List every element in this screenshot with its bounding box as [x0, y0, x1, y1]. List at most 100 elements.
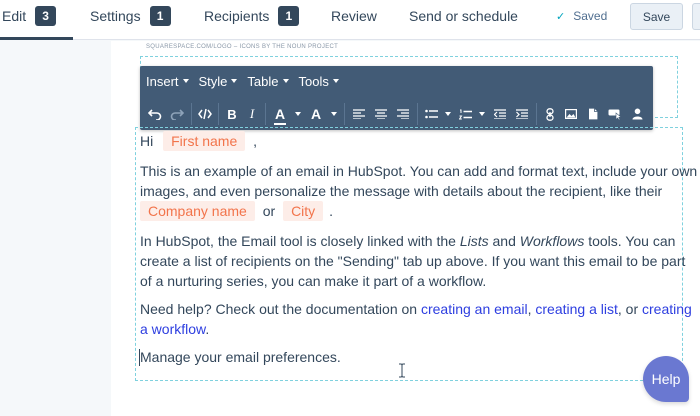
paragraph-line: create a list of recipients on the "Send… — [140, 253, 686, 269]
italic-text: Workflows — [519, 233, 585, 249]
save-status-label: Saved — [573, 9, 608, 23]
background-color-dropdown[interactable] — [327, 101, 341, 127]
tab-edit[interactable]: Edit 3 — [2, 0, 57, 32]
font-color-letter: A — [274, 106, 286, 122]
numbered-list-icon[interactable] — [455, 101, 475, 127]
next-button-edge[interactable] — [692, 3, 700, 30]
caret-down-icon — [282, 79, 289, 83]
link-creating-workflow[interactable]: a workflow — [140, 321, 205, 337]
help-button[interactable]: Help — [643, 356, 689, 402]
personalization-token[interactable]: City — [283, 201, 324, 221]
tab-send-or-schedule[interactable]: Send or schedule — [409, 0, 518, 32]
personalization-token[interactable]: Company name — [140, 201, 255, 221]
paragraph-line: images, and even personalize the message… — [140, 183, 663, 199]
image-icon[interactable] — [560, 101, 582, 127]
menu-style[interactable]: Style — [199, 74, 238, 89]
paragraph-line: This is an example of an email in HubSpo… — [140, 163, 698, 179]
cta-icon[interactable] — [604, 101, 626, 127]
numbered-list-dropdown[interactable] — [475, 101, 489, 127]
link-creating-list[interactable]: creating a list — [535, 301, 617, 317]
rich-text-toolbar: Insert Style Table Tools B I A A — [140, 66, 653, 130]
italic-icon[interactable]: I — [242, 101, 262, 127]
menu-insert[interactable]: Insert — [146, 74, 189, 89]
tab-label: Review — [331, 8, 377, 24]
link-icon[interactable] — [540, 101, 560, 127]
save-status: ✓ Saved — [556, 9, 607, 23]
caret-down-icon — [295, 112, 301, 116]
toolbar-divider — [536, 103, 537, 125]
color-bar — [273, 123, 287, 125]
background-color-icon[interactable]: A — [305, 101, 327, 127]
tab-settings[interactable]: Settings 1 — [90, 0, 171, 32]
bold-glyph: B — [227, 106, 237, 122]
caret-down-icon — [445, 112, 451, 116]
tab-label: Settings — [90, 8, 141, 24]
checkmark-icon: ✓ — [556, 10, 566, 23]
redo-icon[interactable] — [166, 101, 188, 127]
text-cursor — [139, 349, 140, 366]
ibeam-cursor-icon — [399, 363, 405, 378]
menu-label: Style — [198, 73, 228, 89]
tab-label: Send or schedule — [409, 8, 518, 24]
document-icon[interactable] — [582, 101, 604, 127]
bulleted-list-icon[interactable] — [421, 101, 441, 127]
italic-text: Lists — [459, 233, 489, 249]
tab-badge: 1 — [149, 6, 171, 26]
toolbar-divider — [218, 103, 219, 125]
active-tab-indicator — [0, 37, 73, 40]
logo-caption: SQUARESPACE.COM/LOGO – ICONS BY THE NOUN… — [146, 44, 339, 50]
menu-label: Tools — [298, 73, 329, 89]
caret-down-icon — [479, 112, 485, 116]
caret-down-icon — [331, 112, 337, 116]
indent-icon[interactable] — [511, 101, 533, 127]
align-right-icon[interactable] — [392, 101, 414, 127]
undo-icon[interactable] — [144, 101, 166, 127]
tab-label: Recipients — [204, 8, 270, 24]
top-nav: Edit 3 Settings 1 Recipients 1 Review Se… — [0, 0, 700, 40]
toolbar-divider — [265, 103, 266, 125]
italic-glyph: I — [249, 106, 255, 121]
align-center-icon[interactable] — [370, 101, 392, 127]
align-left-icon[interactable] — [348, 101, 370, 127]
save-button[interactable]: Save — [630, 3, 683, 30]
conjunction-text: or — [262, 203, 276, 219]
bg-color-glyph: A — [311, 106, 321, 122]
bold-icon[interactable]: B — [222, 101, 242, 127]
personalize-icon[interactable] — [626, 101, 648, 127]
personalization-token[interactable]: First name — [163, 131, 246, 151]
sentence-end: . — [329, 203, 333, 219]
paragraph-line: In HubSpot, the Email tool is closely li… — [140, 231, 675, 251]
text-run: Need help? Check out the documentation o… — [140, 301, 421, 317]
tab-badge: 3 — [35, 6, 57, 26]
paragraph-line: a workflow. — [140, 319, 209, 339]
paragraph-line: of a nurturing series, you can make it p… — [140, 273, 487, 289]
tab-recipients[interactable]: Recipients 1 — [204, 0, 300, 32]
link-creating-workflow[interactable]: creating — [642, 301, 692, 317]
caret-down-icon — [182, 79, 189, 83]
toolbar-divider — [344, 103, 345, 125]
bulleted-list-dropdown[interactable] — [441, 101, 455, 127]
greeting-text: Hi — [140, 133, 154, 149]
menu-table[interactable]: Table — [247, 73, 289, 89]
greeting-suffix: , — [253, 133, 258, 149]
font-color-icon[interactable]: A — [269, 101, 291, 127]
menu-label: Table — [247, 73, 279, 89]
tab-badge: 1 — [278, 6, 300, 26]
text-run: tools. You can — [584, 233, 676, 249]
tab-label: Edit — [2, 8, 27, 24]
caret-down-icon — [231, 79, 238, 83]
tab-review[interactable]: Review — [331, 0, 377, 32]
toolbar-divider — [191, 103, 192, 125]
menu-tools[interactable]: Tools — [299, 74, 339, 89]
link-creating-email[interactable]: creating an email — [421, 301, 528, 317]
toolbar-menu-row: Insert Style Table Tools — [140, 66, 653, 96]
greeting-line: Hi First name , — [140, 131, 257, 151]
left-panel — [0, 41, 111, 416]
toolbar-button-row: B I A A — [144, 100, 651, 128]
outdent-icon[interactable] — [489, 101, 511, 127]
font-color-dropdown[interactable] — [291, 101, 305, 127]
paragraph-line: Company name or City . — [140, 201, 333, 221]
source-code-icon[interactable] — [195, 101, 215, 127]
text-run: In HubSpot, the Email tool is closely li… — [140, 233, 460, 249]
footer-line[interactable]: Manage your email preferences. — [140, 347, 341, 367]
